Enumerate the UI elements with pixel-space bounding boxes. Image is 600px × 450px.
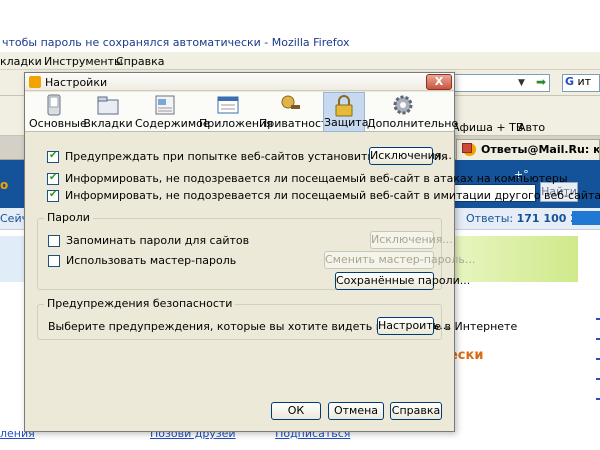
help-button[interactable]: Справка <box>390 402 442 420</box>
tab-privacy[interactable]: Приватность <box>259 92 334 132</box>
privacy-icon <box>281 95 300 109</box>
close-button[interactable]: X <box>426 74 452 90</box>
close-tab-icon[interactable] <box>462 143 472 153</box>
logo-fragment-icon: o <box>0 178 9 192</box>
tab-applications-label: Приложения <box>199 117 273 130</box>
applications-icon <box>217 96 239 114</box>
tab-content-label: Содержимое <box>135 117 210 130</box>
report-forgery-checkbox[interactable] <box>47 189 59 202</box>
content-icon <box>155 95 175 115</box>
menu-bar: кладки Инструменты Справка <box>0 52 600 70</box>
report-attack-label: Информировать, не подозревается ли посещ… <box>65 172 568 185</box>
warnings-settings-button[interactable]: Настроить... <box>377 317 450 335</box>
tab-label: Ответы@Mail.Ru: как с <box>481 143 600 156</box>
tab-security[interactable]: Защита <box>323 92 369 132</box>
menu-help[interactable]: Справка <box>116 55 164 68</box>
addon-exceptions-button[interactable]: Исключения... <box>369 147 452 165</box>
change-master-password-button[interactable]: Сменить мастер-пароль... <box>324 251 475 269</box>
menu-tools[interactable]: Инструменты <box>44 55 123 68</box>
report-forgery-label: Информировать, не подозревается ли посещ… <box>65 189 600 202</box>
url-dropdown-icon[interactable]: ▼ <box>518 78 525 88</box>
tab-privacy-label: Приватность <box>259 117 334 130</box>
window-title: чтобы пароль не сохранялся автоматически… <box>2 36 350 49</box>
tab-tabs[interactable]: Вкладки <box>83 92 133 132</box>
warn-addons-checkbox[interactable] <box>47 150 59 163</box>
firefox-icon <box>29 76 41 88</box>
answers-label: Ответы: <box>466 212 514 225</box>
tab-general[interactable]: Основные <box>29 92 87 132</box>
url-bar[interactable] <box>450 74 550 92</box>
master-password-label: Использовать мастер-пароль <box>66 254 237 267</box>
password-exceptions-button[interactable]: Исключения... <box>370 231 453 249</box>
warnings-legend: Предупреждения безопасности <box>44 297 236 310</box>
settings-dialog: Настройки X Основные Вкладки Содержимое … <box>24 72 600 432</box>
tab-general-label: Основные <box>29 117 87 130</box>
passwords-legend: Пароли <box>44 211 93 224</box>
cancel-button[interactable]: Отмена <box>328 402 384 420</box>
lock-icon <box>335 95 353 117</box>
search-engine-icon[interactable]: G <box>565 75 574 88</box>
remember-passwords-checkbox[interactable] <box>48 235 60 247</box>
tab-tabs-label: Вкладки <box>83 117 133 130</box>
report-attack-checkbox[interactable] <box>47 172 59 185</box>
tab-applications[interactable]: Приложения <box>199 92 273 132</box>
security-warnings-group: Предупреждения безопасности Выберите пре… <box>37 297 517 340</box>
tabs-icon <box>97 96 119 115</box>
tab-content[interactable]: Содержимое <box>135 92 210 132</box>
blue-tab[interactable] <box>572 211 600 225</box>
dialog-title: Настройки <box>45 76 108 89</box>
bookmark-afisha[interactable]: Афиша + ТВ <box>452 121 523 134</box>
search-box[interactable]: G ит <box>562 74 600 92</box>
master-password-checkbox[interactable] <box>48 255 60 267</box>
remember-passwords-label: Запоминать пароли для сайтов <box>66 234 250 247</box>
search-text: ит <box>577 75 592 88</box>
tab-advanced-label: Дополнительно <box>367 117 459 130</box>
tab-answers-mail[interactable]: Ответы@Mail.Ru: как с <box>456 139 600 160</box>
passwords-group: Пароли Запоминать пароли для сайтов Искл… <box>37 211 475 290</box>
gear-icon <box>393 95 413 115</box>
general-icon <box>47 94 61 116</box>
menu-bookmarks[interactable]: кладки <box>0 55 42 68</box>
go-arrow-icon[interactable]: ➡ <box>536 75 550 89</box>
security-options: Предупреждать при попытке веб-сайтов уст… <box>37 141 600 203</box>
settings-toolbar: Основные Вкладки Содержимое Приложения П… <box>25 92 459 132</box>
ok-button[interactable]: ОК <box>271 402 321 420</box>
bookmark-auto[interactable]: Авто <box>518 121 545 134</box>
dialog-titlebar: Настройки X <box>25 73 454 91</box>
right-edge-links <box>596 318 600 428</box>
saved-passwords-button[interactable]: Сохранённые пароли... <box>335 272 470 290</box>
tab-security-label: Защита <box>324 116 369 129</box>
tab-advanced[interactable]: Дополнительно <box>367 92 459 132</box>
